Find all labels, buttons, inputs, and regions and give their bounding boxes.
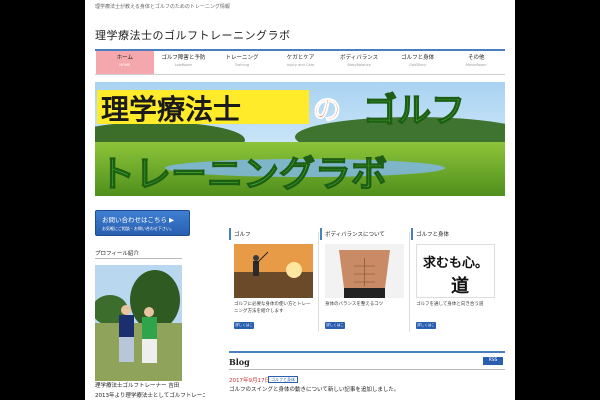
nav-item-home[interactable]: ホーム HOME [95, 51, 154, 74]
nav-label: トレーニング [225, 55, 259, 61]
page: 理学療法士が教える身体とゴルフのためのトレーニング情報 理学療法士のゴルフトレー… [85, 0, 515, 400]
card-description: ゴルフに必要な身体の使い方とトレーニング方法を紹介します [234, 302, 311, 314]
card-description: 身体のバランスを整えるコツ [325, 302, 384, 307]
nav-label: ケガとケア [286, 55, 315, 61]
divider [229, 351, 505, 353]
nav-item-lowroom[interactable]: ゴルフ障害と予防 LowRoom [153, 51, 213, 74]
divider [95, 258, 182, 259]
banner-title-line2: トレーニングラボ [99, 154, 387, 195]
divider [229, 369, 505, 370]
card-title: ゴルフ [234, 232, 251, 238]
card-golfdiary[interactable]: ゴルフと身体 求むも心。 道 ゴルフを通して身体と向き合う道 詳しくはこちら [411, 228, 495, 336]
nav-sub: Injury and Care [286, 63, 315, 67]
banner-title-part3: ゴルフ [363, 91, 465, 131]
global-nav: ホーム HOME ゴルフ障害と予防 LowRoom トレーニング Training ケ… [95, 49, 505, 75]
profile-description: 2013年より理学療法士としてゴルフトレーニングに携わる [95, 393, 205, 399]
nav-sub: MovieRoom [465, 63, 487, 67]
blog-date: 2017年9月17日 [229, 378, 270, 384]
card-bodybalance[interactable]: ボディバランスについて 身体のバランスを整えるコツ 詳しくはこちら [320, 228, 404, 336]
nav-label: ゴルフと身体 [401, 55, 435, 61]
card-description: ゴルフを通して身体と向き合う道 [416, 302, 484, 307]
nav-item-training[interactable]: トレーニング Training [212, 51, 271, 74]
hero-banner[interactable]: 理学療法士 の ゴルフ トレーニングラボ [95, 82, 505, 196]
nav-item-golfdiary[interactable]: ゴルフと身体 GolfDiary [387, 51, 447, 74]
banner-title-part1: 理学療法士 [101, 93, 241, 126]
blog-category-tag[interactable]: ゴルフと身体 [268, 376, 298, 383]
nav-sub: GolfDiary [409, 63, 427, 67]
nav-label: ホーム [116, 55, 133, 61]
card-title: ゴルフと身体 [416, 232, 450, 238]
banner-title-part2: の [313, 93, 341, 126]
card-image-golf[interactable] [234, 244, 313, 298]
contact-button[interactable]: お問い合わせはこちら ▶ お気軽にご相談・お問い合わせ下さい。 [95, 210, 190, 236]
site-tagline: 理学療法士が教える身体とゴルフのためのトレーニング情報 [95, 4, 230, 10]
site-title[interactable]: 理学療法士のゴルフトレーニングラボ [95, 27, 291, 43]
card-image-calligraphy[interactable]: 求むも心。 道 [416, 244, 495, 298]
nav-sub: BodyBalance [347, 63, 371, 67]
profile-title: プロフィール紹介 [95, 251, 139, 257]
card-golf[interactable]: ゴルフ ゴルフに必要な身体の使い方とトレーニング方法を紹介します 詳しくはこちら [229, 228, 313, 336]
nav-item-movieroom[interactable]: その他 MovieRoom [446, 51, 505, 74]
nav-sub: LowRoom [174, 63, 193, 67]
card-image-body[interactable] [325, 244, 404, 298]
nav-label: ボディバランス [340, 55, 379, 61]
banner-image: 理学療法士 の ゴルフ トレーニングラボ [95, 82, 505, 196]
nav-sub: HOME [119, 63, 131, 67]
card-title: ボディバランスについて [325, 232, 385, 238]
nav-label: ゴルフ障害と予防 [161, 55, 206, 61]
profile-caption: 理学療法士ゴルフトレーナー 吉田 [95, 383, 180, 389]
rss-button[interactable]: RSS [483, 357, 503, 365]
divider [318, 232, 319, 332]
card-more-button[interactable]: 詳しくはこちら [234, 322, 254, 334]
card-accent-bar [229, 228, 231, 240]
divider [409, 232, 410, 332]
card-accent-bar [320, 228, 322, 240]
profile-photo[interactable] [95, 265, 182, 381]
calligraphy-line1: 求むも心。 [423, 255, 488, 271]
blog-heading: Blog [229, 357, 250, 367]
nav-item-bodybalance[interactable]: ボディバランス BodyBalance [329, 51, 388, 74]
nav-label: その他 [468, 55, 485, 61]
blog-entry-link[interactable]: ゴルフのスイングと身体の動きについて新しい記事を追加しました。 [229, 385, 399, 393]
nav-sub: Training [234, 63, 250, 67]
contact-label: お問い合わせはこちら ▶ [102, 216, 175, 224]
calligraphy-line2: 道 [451, 275, 469, 297]
nav-item-injury[interactable]: ケガとケア Injury and Care [270, 51, 330, 74]
card-more-button[interactable]: 詳しくはこちら [416, 322, 436, 334]
card-accent-bar [411, 228, 413, 240]
contact-sublabel: お気軽にご相談・お問い合わせ下さい。 [102, 226, 174, 231]
card-more-button[interactable]: 詳しくはこちら [325, 322, 345, 334]
